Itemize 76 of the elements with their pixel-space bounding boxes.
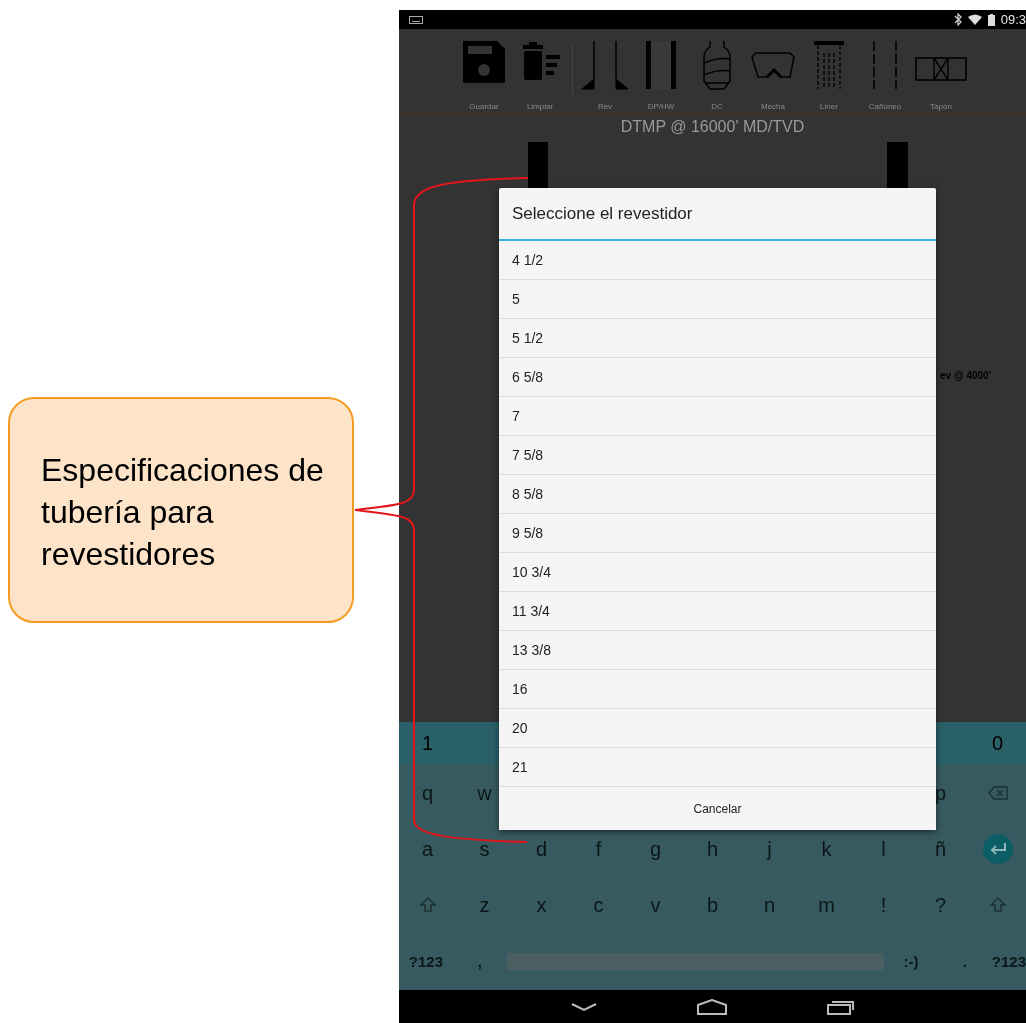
bit-icon	[751, 52, 795, 78]
dialog-title: Seleccione el revestidor	[499, 188, 936, 241]
keyboard-key[interactable]: b	[706, 893, 719, 917]
option-item[interactable]: 7 5/8	[499, 436, 936, 475]
keyboard-key[interactable]: x	[536, 893, 547, 917]
shift-icon[interactable]	[419, 897, 436, 913]
keyboard-key[interactable]: l	[881, 837, 886, 861]
keyboard-key[interactable]: 0	[991, 732, 1004, 755]
keyboard-key[interactable]: ñ	[934, 837, 947, 861]
keyboard-key[interactable]: ?	[934, 893, 947, 917]
option-item[interactable]: 10 3/4	[499, 553, 936, 592]
tool-button[interactable]: Cañoneo	[857, 33, 913, 111]
plug-icon	[915, 57, 967, 81]
keyboard-key[interactable]: p	[934, 781, 947, 805]
drawing-title: DTMP @ 16000' MD/TVD	[619, 117, 806, 136]
option-item[interactable]: 4 1/2	[499, 241, 936, 280]
option-item[interactable]: 5	[499, 280, 936, 319]
floppy-icon	[463, 41, 505, 83]
option-item[interactable]: 8 5/8	[499, 475, 936, 514]
keyboard-icon	[409, 15, 423, 24]
recents-icon[interactable]	[826, 998, 855, 1015]
option-item[interactable]: 7	[499, 397, 936, 436]
option-item[interactable]: 16	[499, 670, 936, 709]
option-item[interactable]: 13 3/8	[499, 631, 936, 670]
tool-button[interactable]: DC	[689, 33, 745, 111]
tool-button[interactable]: Rev	[577, 33, 633, 111]
keyboard-key[interactable]: :-)	[903, 952, 919, 970]
battery-icon	[987, 13, 995, 26]
keyboard-key[interactable]: g	[649, 837, 662, 861]
tool-button[interactable]: Limpiar	[512, 33, 568, 111]
keyboard-key[interactable]: z	[479, 893, 490, 917]
keyboard-key[interactable]: j	[767, 837, 772, 861]
tool-button[interactable]: Mecha	[745, 33, 801, 111]
home-icon[interactable]	[696, 998, 727, 1015]
keyboard-key[interactable]: w	[477, 781, 492, 805]
tool-button[interactable]: Guardar	[456, 33, 512, 111]
keyboard-key[interactable]: a	[421, 837, 434, 861]
perforation-icon	[873, 40, 897, 90]
keyboard-key[interactable]: h	[706, 837, 719, 861]
trash-icon	[523, 42, 560, 80]
wifi-icon	[967, 14, 982, 25]
keyboard-key[interactable]: c	[593, 893, 604, 917]
bluetooth-icon	[953, 13, 962, 26]
keyboard-key[interactable]: ,	[477, 952, 482, 970]
option-item[interactable]: 6 5/8	[499, 358, 936, 397]
callout: Especificaciones de tubería para revestidores	[8, 397, 354, 623]
casing-icon	[581, 40, 629, 90]
keyboard-key[interactable]: ?123	[408, 952, 444, 970]
backspace-icon[interactable]	[987, 786, 1008, 800]
keyboard-key[interactable]: m	[818, 893, 835, 917]
keyboard-key[interactable]: s	[479, 837, 490, 861]
keyboard-key[interactable]: ?123	[991, 952, 1026, 970]
tool-button[interactable]: Tapón	[913, 33, 969, 111]
option-item[interactable]: 5 1/2	[499, 319, 936, 358]
option-item[interactable]: 20	[499, 709, 936, 748]
keyboard-key[interactable]: !	[880, 893, 887, 917]
back-icon[interactable]	[570, 1001, 597, 1012]
pipe-icon	[646, 41, 676, 89]
keyboard-key[interactable]: f	[595, 837, 602, 861]
tool-button[interactable]: DP/HW	[633, 33, 689, 111]
keyboard-key[interactable]: .	[962, 952, 967, 970]
option-item[interactable]: 9 5/8	[499, 514, 936, 553]
liner-icon	[814, 41, 844, 90]
tool-button[interactable]: Liner	[801, 33, 857, 111]
collar-icon	[703, 40, 731, 90]
keyboard-key[interactable]: d	[535, 837, 548, 861]
status-time: 09:3	[1000, 12, 1026, 27]
keyboard-key[interactable]: 1	[421, 732, 434, 755]
enter-key[interactable]	[982, 834, 1013, 864]
keyboard-key[interactable]: q	[421, 781, 434, 805]
keyboard-key[interactable]: k	[821, 837, 832, 861]
keyboard-key[interactable]: v	[650, 893, 661, 917]
option-item[interactable]: 11 3/4	[499, 592, 936, 631]
keyboard-key[interactable]: n	[763, 893, 776, 917]
shift-icon[interactable]	[989, 897, 1006, 913]
cancel-button[interactable]: Cancelar	[499, 787, 936, 830]
